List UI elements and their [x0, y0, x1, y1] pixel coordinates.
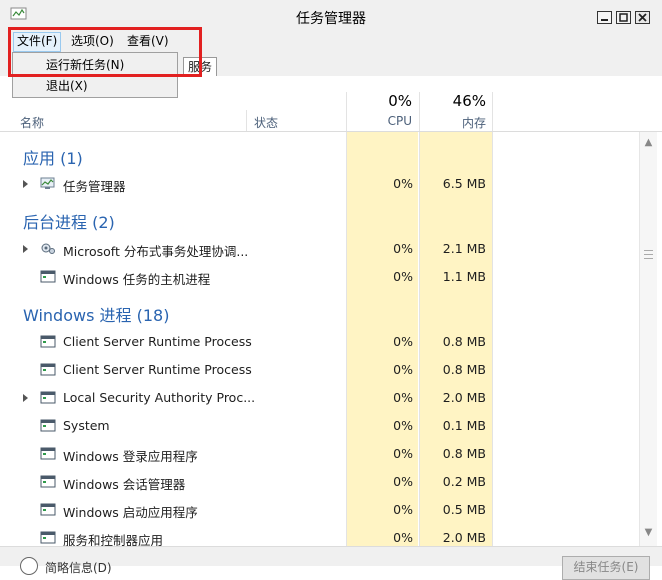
process-memory: 2.1 MB: [442, 241, 486, 256]
process-cpu: 0%: [393, 530, 413, 545]
column-header-memory[interactable]: 内存: [426, 114, 486, 131]
expand-chevron-icon[interactable]: [23, 245, 28, 253]
process-name[interactable]: Windows 启动应用程序: [63, 502, 198, 521]
gear-process-icon: [40, 242, 56, 255]
process-memory: 6.5 MB: [442, 176, 486, 191]
process-name[interactable]: Local Security Authority Proc...: [63, 390, 255, 405]
column-header-name[interactable]: 名称: [20, 114, 44, 131]
process-name[interactable]: Windows 登录应用程序: [63, 446, 198, 465]
process-name[interactable]: System: [63, 418, 110, 433]
process-cpu: 0%: [393, 241, 413, 256]
maximize-icon: [619, 13, 628, 22]
window-process-icon: [40, 335, 56, 348]
vertical-scrollbar[interactable]: ▲ ▼: [639, 132, 657, 546]
close-icon: [638, 13, 647, 22]
process-name[interactable]: Client Server Runtime Process: [63, 334, 252, 349]
process-name[interactable]: Windows 任务的主机进程: [63, 269, 210, 288]
process-memory: 0.5 MB: [442, 502, 486, 517]
minimize-button[interactable]: [597, 11, 612, 24]
window-title: 任务管理器: [296, 11, 366, 27]
menu-item-exit[interactable]: 退出(X): [14, 76, 176, 97]
process-cpu: 0%: [393, 446, 413, 461]
group-header-apps[interactable]: 应用 (1): [23, 145, 83, 169]
window-process-icon: [40, 270, 56, 283]
scroll-down-icon[interactable]: ▼: [643, 528, 654, 538]
process-cpu: 0%: [393, 390, 413, 405]
process-memory: 0.8 MB: [442, 334, 486, 349]
process-cpu: 0%: [393, 362, 413, 377]
group-header-background[interactable]: 后台进程 (2): [23, 209, 115, 233]
window-process-icon: [40, 419, 56, 432]
end-task-button[interactable]: 结束任务(E): [562, 556, 650, 580]
process-name[interactable]: Client Server Runtime Process: [63, 362, 252, 377]
window-process-icon: [40, 531, 56, 544]
process-cpu: 0%: [393, 334, 413, 349]
cpu-total-percent: 0%: [388, 92, 412, 110]
close-button[interactable]: [635, 11, 650, 24]
window-process-icon: [40, 475, 56, 488]
window-process-icon: [40, 503, 56, 516]
fewer-details-link[interactable]: 简略信息(D): [45, 559, 112, 576]
process-memory: 0.2 MB: [442, 474, 486, 489]
window-process-icon: [40, 363, 56, 376]
column-divider: [346, 92, 347, 546]
process-memory: 0.8 MB: [442, 446, 486, 461]
column-divider: [492, 92, 493, 546]
process-memory: 1.1 MB: [442, 269, 486, 284]
maximize-button[interactable]: [616, 11, 631, 24]
column-divider: [419, 92, 420, 546]
memory-total-percent: 46%: [452, 92, 486, 110]
scroll-up-icon[interactable]: ▲: [643, 138, 654, 148]
task-manager-icon: [40, 177, 56, 190]
process-memory: 0.8 MB: [442, 362, 486, 377]
column-header-cpu[interactable]: CPU: [352, 114, 412, 128]
process-cpu: 0%: [393, 502, 413, 517]
process-memory: 0.1 MB: [442, 418, 486, 433]
red-callout-box: [8, 27, 202, 77]
fewer-details-icon[interactable]: [20, 557, 38, 575]
process-memory: 2.0 MB: [442, 530, 486, 545]
expand-chevron-icon[interactable]: [23, 394, 28, 402]
minimize-icon: [601, 19, 608, 21]
process-cpu: 0%: [393, 176, 413, 191]
process-cpu: 0%: [393, 269, 413, 284]
process-name[interactable]: Microsoft 分布式事务处理协调...: [63, 241, 248, 260]
column-header-status[interactable]: 状态: [254, 114, 278, 131]
group-header-windows[interactable]: Windows 进程 (18): [23, 302, 169, 326]
process-memory: 2.0 MB: [442, 390, 486, 405]
window-process-icon: [40, 447, 56, 460]
process-cpu: 0%: [393, 418, 413, 433]
window-process-icon: [40, 391, 56, 404]
process-name[interactable]: Windows 会话管理器: [63, 474, 185, 493]
header-divider: [0, 131, 662, 132]
column-divider: [246, 110, 247, 132]
process-cpu: 0%: [393, 474, 413, 489]
process-name[interactable]: 任务管理器: [63, 176, 126, 195]
scroll-thumb[interactable]: [644, 247, 653, 267]
expand-chevron-icon[interactable]: [23, 180, 28, 188]
